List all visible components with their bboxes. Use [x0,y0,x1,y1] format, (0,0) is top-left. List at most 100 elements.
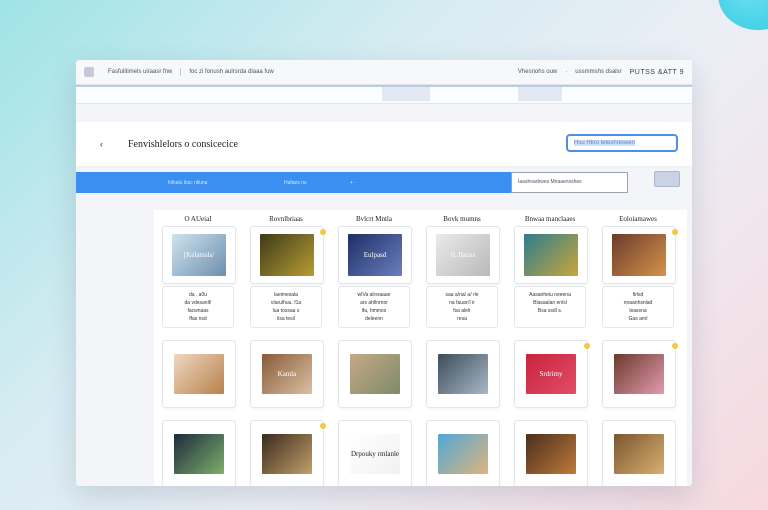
caption-line: ars ahllnrnor [360,300,388,306]
favorite-icon[interactable] [584,343,590,349]
image-card[interactable] [338,340,412,408]
image-thumbnail[interactable] [612,234,666,276]
image-card[interactable] [602,420,676,486]
image-thumbnail[interactable]: Eulpasd [348,234,402,276]
image-caption-card[interactable]: Aasanheiu neeena Blasaalan enlsl Bsa ssdl … [514,286,586,328]
image-thumbnail[interactable] [438,434,488,474]
image-thumbnail[interactable]: Srdrimy [526,354,576,394]
caption-line: nnaanhsnlad [623,300,653,306]
page-header: ‹ Fenvishlelors o consicecice Hsu Hkro l… [76,122,692,167]
image-thumbnail[interactable] [260,234,314,276]
caption-line: saa a/na/ a/ rle [445,292,479,298]
favorite-icon[interactable] [672,343,678,349]
tab-2[interactable] [518,87,562,101]
column-header: Bovk mumns [443,215,481,223]
caption-line: da . a0u [188,292,208,298]
caption-line: Gas arnl [628,316,648,322]
image-card[interactable] [250,226,326,284]
page-title: Fenvishlelors o consicecice [128,138,238,150]
app-window: Fasfulitimels uiraasr fnw foc zi fonush … [76,60,692,486]
image-caption-card[interactable]: da . a0u da vdesanlt! facwnaas ffas nsd [162,286,234,328]
image-thumbnail[interactable] [262,434,312,474]
caption-line: Blasaalan enlsl [533,300,567,306]
image-card[interactable]: lL Ilacns [426,226,500,284]
image-card[interactable] [162,340,236,408]
toolbar-bar: folkalu ibsc nlluna Hafaes ns + · [76,172,512,193]
image-thumbnail[interactable]: lL Ilacns [436,234,490,276]
caption-line: lisa tesil [277,316,295,322]
toolbar-item-3[interactable]: + · [350,180,356,186]
image-thumbnail[interactable] [614,354,664,394]
image-card[interactable] [426,420,500,486]
image-card[interactable]: Eulpasd [338,226,412,284]
caption-line: resa [457,316,467,322]
caption-line: na fauan'l ir [449,300,475,306]
caption-line: Bsa ssdl s. [537,308,563,314]
image-card[interactable] [602,226,678,284]
titlebar-left: Fasfulitimels uiraasr fnw foc zi fonush … [84,67,274,77]
image-thumbnail[interactable] [524,234,578,276]
search-input-value: Hsu Hkro leteshreseen [574,140,636,146]
image-thumbnail[interactable] [438,354,488,394]
image-thumbnail[interactable] [174,354,224,394]
background-decoration [718,0,768,30]
image-caption-card[interactable]: saa a/na/ a/ rle na fauan'l ir fsa alelr re… [426,286,498,328]
search-input[interactable]: Hsu Hkro leteshreseen [566,134,678,152]
column-header: Bnwaa manclaaes [524,215,576,223]
image-card[interactable] [514,420,588,486]
image-thumbnail[interactable] [526,434,576,474]
image-thumbnail[interactable] [350,354,400,394]
titlebar-text-2: foc zi fonush aulrsrda dlaaa fuw [189,69,274,75]
image-card[interactable]: Kamla [250,340,324,408]
image-card[interactable] [602,340,678,408]
image-thumbnail[interactable]: Drpouky rmlanle [350,434,400,474]
image-thumbnail[interactable]: [Kelamsls/ [172,234,226,276]
tab-1[interactable] [382,87,430,101]
image-caption-card[interactable]: laeimesala vIarulhuu. f1a lua tossaa s lisa… [250,286,322,328]
caption-line: Aasanheiu neeena [529,292,571,298]
column-header: O AUeiaI [184,215,212,223]
image-card[interactable]: Srdrimy [514,340,590,408]
caption-line: da vdesanlt! [184,300,212,306]
image-thumbnail[interactable]: Kamla [262,354,312,394]
app-icon [84,67,94,77]
caption-line: fsa alelr [453,308,471,314]
favorite-icon[interactable] [320,423,326,429]
caption-line: wIVa alrsraaae [357,292,391,298]
image-card[interactable] [514,226,588,284]
titlebar-account[interactable]: PUTSS &ATT 9 [630,69,684,76]
view-toggle-button[interactable] [654,171,680,187]
titlebar-menu-2[interactable]: ussmmshs dsalsr [575,69,621,75]
image-card[interactable]: [Kelamsls/ [162,226,236,284]
image-thumbnail[interactable] [174,434,224,474]
image-card[interactable] [426,340,500,408]
gallery-grid: O AUeiaI Rovnlbriaas Bvlcrt Mntla Bovk mumn… [154,210,687,486]
column-header: Eoloiamawes [619,215,657,223]
image-card[interactable] [250,420,326,486]
image-card[interactable] [162,420,236,486]
caption-line: vIarulhuu. f1a [270,300,302,306]
toolbar-item-2[interactable]: Hafaes ns [284,180,307,186]
toolbar-item-1[interactable]: folkalu ibsc nlluna [168,180,207,186]
back-icon[interactable]: ‹ [100,139,112,149]
image-thumbnail[interactable] [614,434,664,474]
caption-line: laeimesala [274,292,298,298]
caption-line: leassna [629,308,647,314]
filter-dropdown[interactable]: Iaashoarbwes Mnaaensshes [511,172,628,193]
favorite-icon[interactable] [320,229,326,235]
caption-line: ffas nsd [189,316,207,322]
column-header: Rovnlbriaas [269,215,303,223]
image-caption-card[interactable]: wIVa alrsraaae ars ahllnrnor lfa, hmmos del… [338,286,410,328]
titlebar-menu-1[interactable]: Vhesnohs ouw [518,69,557,75]
titlebar-text-1: Fasfulitimels uiraasr fnw [108,69,173,75]
caption-line: lua tossaa s [272,308,300,314]
caption-line: facwnaas [187,308,209,314]
titlebar: Fasfulitimels uiraasr fnw foc zi fonush … [76,60,692,85]
caption-line: lfa, hmmos [361,308,387,314]
titlebar-right: Vhesnohs ouw · ussmmshs dsalsr PUTSS &AT… [518,69,684,76]
favorite-icon[interactable] [672,229,678,235]
image-caption-card[interactable]: firlsd nnaanhsnlad leassna Gas arnl [602,286,674,328]
column-header: Bvlcrt Mntla [356,215,392,223]
caption-line: deleenn [365,316,383,322]
image-card[interactable]: Drpouky rmlanle [338,420,412,486]
